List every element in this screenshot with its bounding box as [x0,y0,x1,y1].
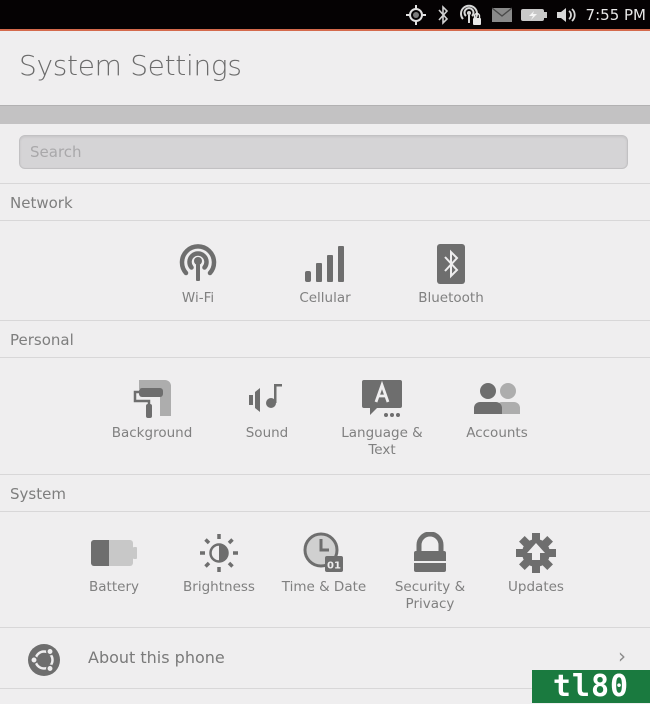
personal-grid: Background Sound Language & Text Account… [0,358,650,473]
volume-icon[interactable] [556,6,578,24]
section-header-personal: Personal [0,320,650,358]
accounts-icon [442,378,552,420]
wifi-icon [143,243,253,285]
language-icon [327,378,437,420]
tile-label: Background [111,425,193,441]
watermark-logo: tl80 [532,670,650,703]
bluetooth-icon [396,243,506,285]
section-title: Personal [10,331,74,349]
section-title: Network [10,194,73,212]
bluetooth-icon[interactable] [436,4,450,25]
tile-label: Language & Text [341,425,423,458]
clock-icon: 01 [269,532,379,574]
tile-label: Brightness [183,579,255,595]
tile-time-date[interactable]: 01 Time & Date [269,532,379,596]
page-header: System Settings [0,31,650,105]
sound-icon [212,378,322,420]
section-header-network: Network [0,183,650,221]
tile-brightness[interactable]: Brightness [164,532,274,596]
search-area [0,123,650,183]
ubuntu-logo-icon [27,643,61,681]
tile-updates[interactable]: Updates [481,532,591,596]
header-divider [0,105,650,124]
tile-security-privacy[interactable]: Security & Privacy [375,532,485,613]
tile-battery[interactable]: Battery [59,532,169,596]
chevron-right-icon: › [618,644,626,668]
tile-label: Security & Privacy [394,579,466,612]
tile-wifi[interactable]: Wi-Fi [143,243,253,307]
location-icon[interactable] [405,4,427,26]
search-input[interactable] [19,135,628,169]
tile-label: Bluetooth [418,290,484,306]
network-grid: Wi-Fi Cellular Bluetooth [0,221,650,319]
tile-sound[interactable]: Sound [212,378,322,442]
page-title: System Settings [19,49,242,82]
updates-gear-icon [481,532,591,574]
lock-icon [375,532,485,574]
status-bar: 7:55 PM [0,0,650,31]
clock[interactable]: 7:55 PM [586,6,646,24]
tile-accounts[interactable]: Accounts [442,378,552,442]
tile-label: Sound [245,425,289,441]
tile-label: Battery [89,579,139,595]
tile-label: Wi-Fi [181,290,215,306]
tile-language[interactable]: Language & Text [327,378,437,459]
tile-cellular[interactable]: Cellular [270,243,380,307]
cellular-icon [270,243,380,285]
tile-bluetooth[interactable]: Bluetooth [396,243,506,307]
system-grid: Battery Brightness 01 Time & Date Securi… [0,512,650,627]
about-label: About this phone [88,648,225,667]
tile-background[interactable]: Background [97,378,207,442]
brightness-icon [164,532,274,574]
battery-icon [59,532,169,574]
battery-charging-icon[interactable] [520,7,547,23]
status-icons: 7:55 PM [396,0,650,29]
tile-label: Cellular [299,290,351,306]
paint-roller-icon [97,378,207,420]
tile-label: Updates [508,579,564,595]
tile-label: Accounts [466,425,528,441]
section-title: System [10,485,66,503]
messages-icon[interactable] [491,6,512,23]
wifi-locked-icon[interactable] [459,4,483,26]
section-header-system: System [0,474,650,512]
tile-label: Time & Date [281,579,367,595]
svg-text:01: 01 [327,561,341,572]
watermark-text: tl80 [552,669,630,704]
